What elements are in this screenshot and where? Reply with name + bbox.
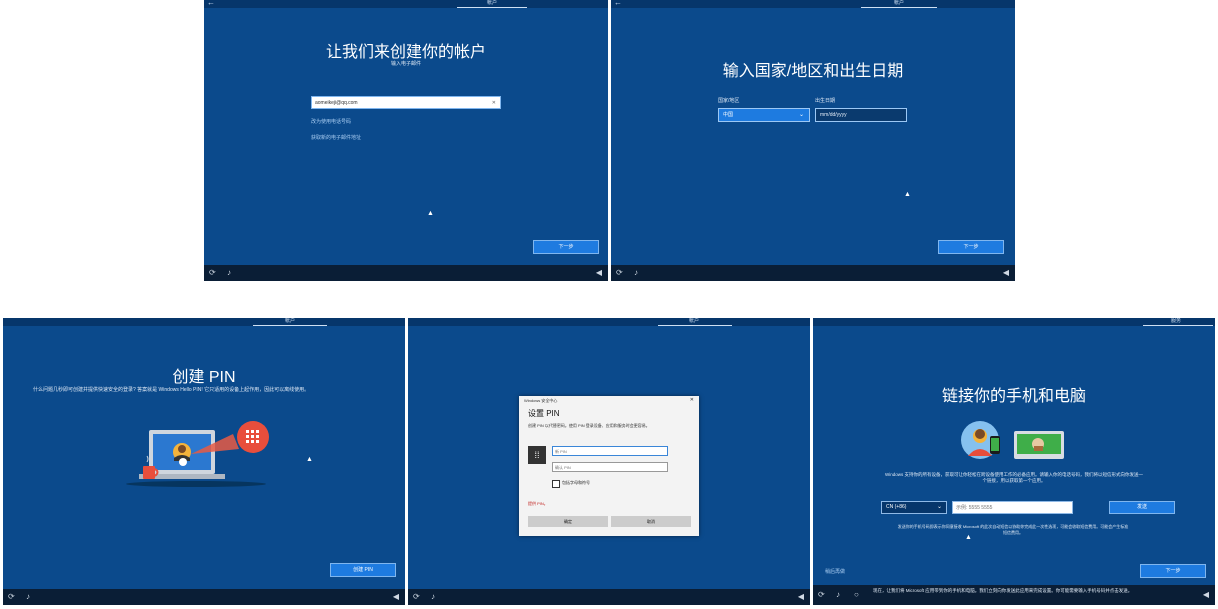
page-title: 链接你的手机和电脑 (941, 388, 1086, 405)
next-button[interactable]: 下一步 (533, 240, 599, 254)
new-pin-field[interactable] (552, 446, 668, 456)
clear-icon[interactable]: ✕ (492, 97, 496, 110)
microphone-icon[interactable]: ♪ (227, 268, 231, 277)
accessibility-icon[interactable]: ⟳ (616, 268, 623, 277)
next-button[interactable]: 下一步 (1140, 564, 1206, 578)
dialog-app-name: Windows 安全中心 (524, 398, 558, 403)
accessibility-icon[interactable]: ⟳ (8, 592, 15, 601)
topbar-title: 帐户 (894, 0, 905, 6)
setup-pin-dialog: Windows 安全中心 ✕ 设置 PIN 创建 PIN 以代替密码。使用 PI… (519, 396, 699, 536)
volume-icon[interactable]: ◀ (393, 592, 399, 601)
next-button[interactable]: 下一步 (938, 240, 1004, 254)
accessibility-icon[interactable]: ⟳ (209, 268, 216, 277)
page-description: 什么问题几秒即可创建并提供快速安全的登录? 答案就是 Windows Hello… (33, 387, 310, 393)
dob-label: 出生日期 (815, 98, 836, 104)
do-later-link[interactable]: 稍后再做 (825, 568, 845, 575)
error-text: 提供 PIN。 (528, 501, 548, 506)
topbar-underline (861, 7, 937, 8)
volume-icon[interactable]: ◀ (1203, 590, 1209, 599)
topbar-underline (253, 325, 327, 326)
dob-field[interactable]: mm/dd/yyyy (815, 108, 907, 122)
taskbar: ⟳ ♪ ◀ (408, 589, 810, 605)
get-new-email-link[interactable]: 获取新的电子邮件地址 (311, 134, 361, 141)
country-value: 中国 (723, 112, 734, 118)
close-icon[interactable]: ✕ (690, 397, 694, 403)
accessibility-icon[interactable]: ⟳ (818, 590, 825, 599)
laptop-pin-illustration (126, 421, 269, 487)
page-title: 创建 PIN (172, 369, 236, 386)
topbar-underline (457, 7, 527, 8)
narration-text: 现在，让我们将 Microsoft 应用带到你的手机和电脑。我们立刻向你发送此应… (873, 588, 1133, 593)
microphone-icon[interactable]: ♪ (26, 592, 30, 601)
mouse-cursor-icon: ▲ (904, 191, 911, 198)
send-button[interactable]: 发送 (1109, 501, 1175, 514)
country-code-value: CN (+86) (886, 504, 907, 510)
topbar: 服务 (813, 318, 1215, 326)
email-value: aomeikeji@qq.com (315, 100, 358, 106)
back-arrow-icon[interactable]: ← (614, 0, 622, 7)
email-field[interactable]: aomeikeji@qq.com ✕ (311, 96, 501, 109)
topbar-title: 帐户 (487, 0, 498, 6)
topbar: ← 帐户 (204, 0, 608, 8)
phone-number-field[interactable] (952, 501, 1073, 514)
volume-icon[interactable]: ◀ (1003, 268, 1009, 277)
mouse-cursor-icon: ▲ (306, 456, 313, 463)
microphone-icon[interactable]: ♪ (634, 268, 638, 277)
dialog-title: 设置 PIN (528, 409, 560, 418)
volume-icon[interactable]: ◀ (596, 268, 602, 277)
dialog-description: 创建 PIN 以代替密码。使用 PIN 登录设备、应用和服务时会更容易。 (528, 423, 650, 428)
panel-create-pin: 帐户 创建 PIN 什么问题几秒即可创建并提供快速安全的登录? 答案就是 Win… (3, 318, 405, 605)
fineprint: 发送你的手机号码即表示你同意接收 Microsoft 的此次自动短信以协助你完成… (897, 524, 1129, 535)
cancel-button[interactable]: 取消 (611, 516, 691, 527)
country-label: 国家/地区 (718, 98, 740, 104)
include-letters-checkbox[interactable] (552, 480, 560, 488)
taskbar: ⟳ ♪ ◀ (3, 589, 405, 605)
country-select[interactable]: 中国 ⌄ (718, 108, 810, 122)
topbar-title: 帐户 (689, 318, 700, 324)
cortana-icon[interactable]: ○ (854, 590, 859, 599)
topbar-title: 服务 (1171, 318, 1182, 324)
use-phone-link[interactable]: 改为使用电话号码 (311, 118, 351, 125)
panel-setup-pin: 帐户 Windows 安全中心 ✕ 设置 PIN 创建 PIN 以代替密码。使用… (408, 318, 810, 605)
chevron-down-icon: ⌄ (936, 504, 942, 510)
create-pin-button[interactable]: 创建 PIN (330, 563, 396, 577)
topbar-underline (658, 325, 732, 326)
panel-region-birthdate: ← 帐户 输入国家/地区和出生日期 国家/地区 中国 ⌄ 出生日期 mm/dd/… (611, 0, 1015, 281)
topbar: 帐户 (3, 318, 405, 326)
volume-icon[interactable]: ◀ (798, 592, 804, 601)
phone-pc-illustration (961, 421, 1064, 459)
back-arrow-icon[interactable]: ← (207, 0, 215, 7)
include-letters-label: 包括字母和符号 (562, 480, 590, 485)
page-description: Windows 支持你的所有设备，获取可让你轻松在跨设备使用工作的必备应用。请输… (884, 472, 1143, 483)
taskbar: ⟳ ♪ ◀ (204, 265, 608, 281)
keypad-icon: ⁞⁞ (528, 446, 546, 464)
page-title: 输入国家/地区和出生日期 (722, 63, 904, 80)
taskbar: ⟳ ♪ ○ 现在，让我们将 Microsoft 应用带到你的手机和电脑。我们立刻… (813, 585, 1215, 605)
microphone-icon[interactable]: ♪ (431, 592, 435, 601)
ok-button[interactable]: 确定 (528, 516, 608, 527)
mouse-cursor-icon: ▲ (427, 210, 434, 217)
panel-create-account: ← 帐户 让我们来创建你的帐户 输入电子邮件 aomeikeji@qq.com … (204, 0, 608, 281)
panel-link-phone: 服务 链接你的手机和电脑 Windows 支持你的所有设备，获取可让你轻松在跨设… (813, 318, 1215, 605)
topbar: ← 帐户 (611, 0, 1015, 8)
microphone-icon[interactable]: ♪ (836, 590, 840, 599)
topbar-title: 帐户 (285, 318, 296, 324)
accessibility-icon[interactable]: ⟳ (413, 592, 420, 601)
page-title: 让我们来创建你的帐户 (325, 44, 486, 61)
country-code-select[interactable]: CN (+86) ⌄ (881, 501, 947, 514)
topbar-underline (1143, 325, 1213, 326)
confirm-pin-field[interactable] (552, 462, 668, 472)
taskbar: ⟳ ♪ ◀ (611, 265, 1015, 281)
page-subtitle: 输入电子邮件 (390, 61, 421, 67)
chevron-down-icon: ⌄ (798, 112, 804, 118)
topbar: 帐户 (408, 318, 810, 326)
